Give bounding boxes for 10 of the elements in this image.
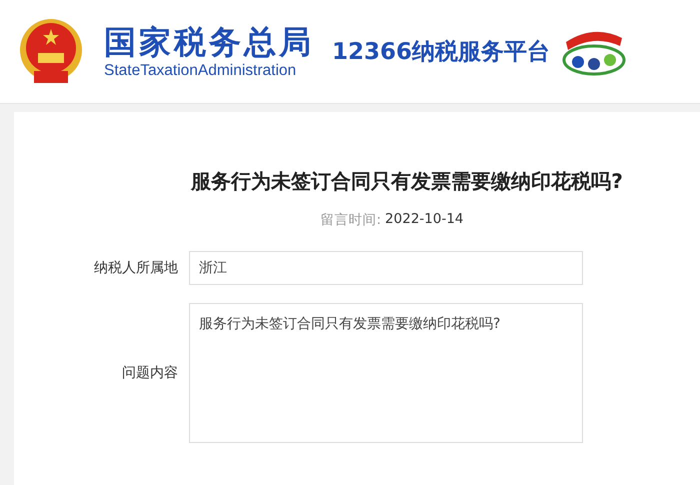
field-label: 纳税人所属地 — [93, 259, 178, 277]
time-value: 2022-10-14 — [385, 211, 464, 229]
time-label: 留言时间: — [320, 211, 382, 229]
platform-name: 12366纳税服务平台 — [332, 38, 550, 67]
text-area[interactable]: 服务行为未签订合同只有发票需要缴纳印花税吗? — [189, 303, 583, 443]
question-title: 服务行为未签订合同只有发票需要缴纳印花税吗? — [190, 168, 624, 195]
input-field[interactable]: 浙江 — [189, 251, 583, 285]
field-label: 问题内容 — [121, 364, 178, 382]
agency-name-english: StateTaxationAdministration — [104, 60, 298, 80]
agency-name: 国家税务总局 — [104, 22, 314, 60]
